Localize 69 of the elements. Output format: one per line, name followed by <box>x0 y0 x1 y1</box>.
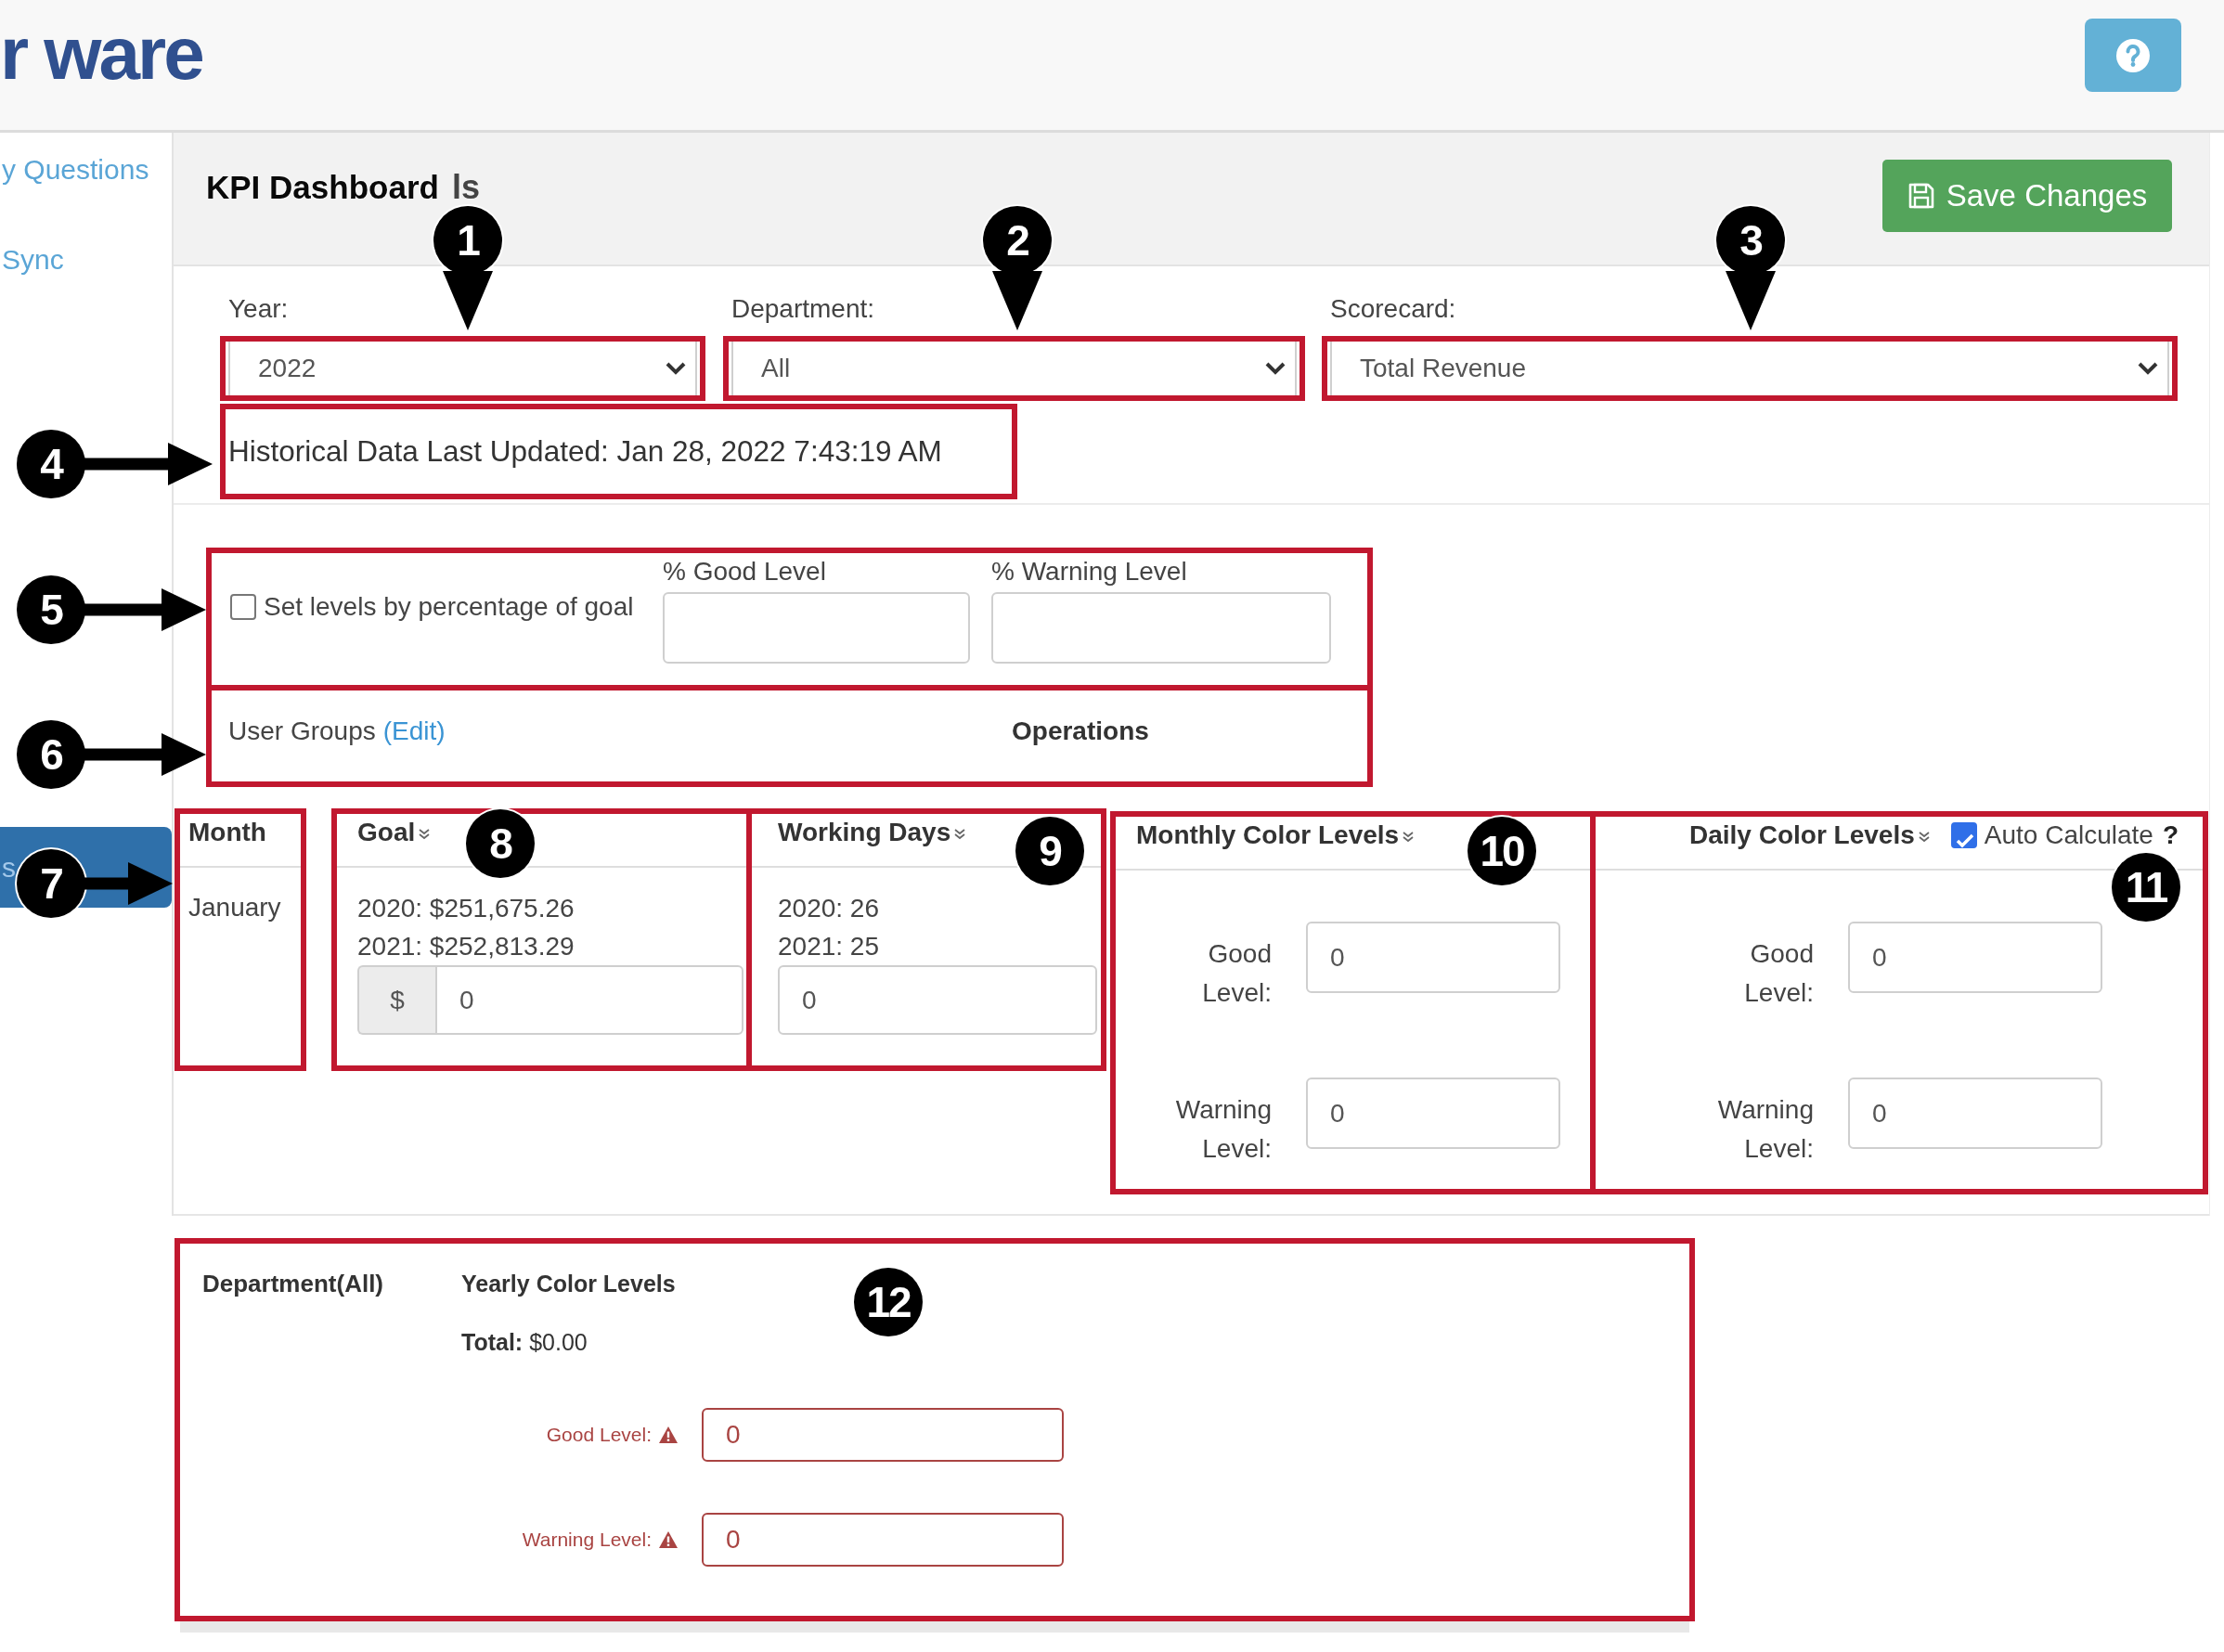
column-header: Month <box>188 817 266 848</box>
column-header: Monthly Color Levels <box>1136 820 1400 851</box>
text-field[interactable]: 0 <box>1306 922 1560 993</box>
step-number: 9 <box>1015 817 1084 885</box>
warning-icon <box>659 1426 678 1443</box>
column-header: Working Days <box>778 817 951 848</box>
field-label: Good Level: <box>1201 938 1272 1009</box>
step-number: 8 <box>466 809 535 878</box>
column-header: Goal <box>357 817 416 848</box>
text-field[interactable]: 0 <box>1848 1078 2102 1149</box>
app-logo: r ware <box>0 17 202 91</box>
chevron-down-icon <box>2138 362 2158 375</box>
section-heading: Yearly Color Levels <box>461 1270 676 1298</box>
user-groups-label: User Groups <box>228 716 376 747</box>
dropdown-field[interactable]: Total Revenue <box>1330 342 2169 395</box>
text-field[interactable]: 0 <box>435 965 743 1035</box>
field-label: Department: <box>731 293 875 325</box>
step-number: 5 <box>17 575 85 644</box>
field-label: Warning Level: <box>1716 1094 1814 1165</box>
history-text: 2020: $251,675.26 <box>357 893 575 924</box>
field-label: Warning Level: <box>522 1529 652 1551</box>
pointer-arrow <box>443 271 493 330</box>
checkbox[interactable] <box>1950 822 1977 848</box>
title-fragment: ls <box>451 172 480 203</box>
field-label: Scorecard: <box>1330 293 1456 325</box>
chevron-down-icon <box>666 362 686 375</box>
warning-icon <box>659 1531 678 1548</box>
help-icon <box>2116 38 2150 72</box>
field-label: % Warning Level <box>991 557 1187 587</box>
step-number: 10 <box>1468 817 1536 885</box>
group-name: Operations <box>1012 716 1149 747</box>
pointer-arrow <box>992 271 1042 330</box>
table-cell: January <box>188 892 281 923</box>
help-button[interactable] <box>2085 19 2181 92</box>
chevron-down-icon <box>1265 362 1286 375</box>
text-field[interactable] <box>991 592 1331 664</box>
field-label: Good Level: <box>1743 938 1814 1009</box>
pointer-arrow <box>1726 271 1776 330</box>
history-text: 2020: 26 <box>778 893 879 924</box>
step-number: 11 <box>2112 853 2180 922</box>
text-field[interactable]: 0 <box>778 965 1097 1035</box>
save-icon <box>1907 182 1935 210</box>
last-updated-text: Historical Data Last Updated: Jan 28, 2022 7:43:19 AM <box>228 434 942 469</box>
field-label: Good Level: <box>546 1424 652 1446</box>
field-label: Year: <box>228 293 289 325</box>
currency-addon: $ <box>357 965 435 1035</box>
checkbox[interactable] <box>230 594 256 620</box>
field-label: % Good Level <box>663 557 826 587</box>
step-number: 12 <box>854 1268 923 1336</box>
text-field[interactable] <box>663 592 970 664</box>
history-text: 2021: $252,813.29 <box>357 931 575 962</box>
dropdown-field[interactable]: All <box>731 342 1297 395</box>
text-field[interactable]: 0 <box>702 1513 1064 1567</box>
text-field[interactable]: 0 <box>1848 922 2102 993</box>
department-label: Department(All) <box>202 1269 384 1299</box>
field-label: Warning Level: <box>1174 1094 1272 1165</box>
dropdown-field[interactable]: 2022 <box>228 342 697 395</box>
history-text: 2021: 25 <box>778 931 879 962</box>
text-field[interactable]: 0 <box>702 1408 1064 1462</box>
column-header: Daily Color Levels <box>1689 820 1915 851</box>
page-title: KPI Dashboard <box>206 172 439 203</box>
step-number: 7 <box>17 849 85 918</box>
checkbox-label: Auto Calculate <box>1984 820 2153 851</box>
help-mark[interactable]: ? <box>2162 820 2179 851</box>
total-text: Total: $0.00 <box>461 1328 588 1357</box>
checkbox-label: Set levels by percentage of goal <box>264 592 634 622</box>
text-field[interactable]: 0 <box>1306 1078 1560 1149</box>
step-number: 4 <box>17 430 85 498</box>
step-number: 6 <box>17 720 85 789</box>
